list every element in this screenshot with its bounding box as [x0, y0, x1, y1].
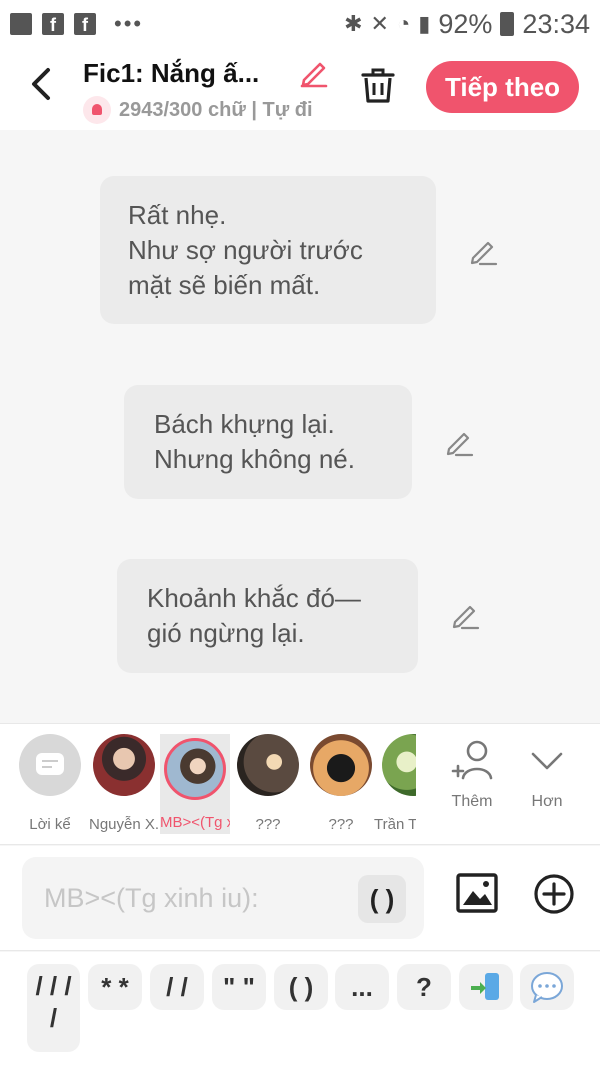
wifi-icon: ◔ [396, 11, 411, 36]
chevron-left-icon [32, 68, 50, 100]
phone-swap-icon [471, 973, 499, 1000]
message-bubble[interactable]: Khoảnh khắc đó— gió ngừng lại. [117, 559, 418, 673]
plus-circle-icon[interactable] [533, 873, 575, 915]
shortcut-comment[interactable] [520, 964, 574, 1010]
image-icon[interactable] [455, 871, 499, 915]
bluetooth-icon: ✱ [344, 11, 363, 36]
narrator-icon [19, 734, 81, 796]
battery-level: 92% [438, 8, 493, 39]
character-label: ??? [328, 816, 354, 833]
shortcut-phone[interactable] [459, 964, 513, 1010]
delete-button[interactable] [360, 66, 396, 106]
header: Fic1: Nắng ấ... Tiếp theo 2943/300 chữ |… [0, 48, 600, 130]
add-label: Thêm [451, 793, 493, 810]
battery-icon [500, 12, 515, 36]
shortcut-ellipsis[interactable]: ... [335, 964, 389, 1010]
character-label: MB><(Tg x... [160, 814, 230, 831]
pencil-icon [300, 62, 328, 88]
bell-icon [83, 96, 111, 124]
shortcut-double-slash[interactable]: / / [150, 964, 204, 1010]
avatar [237, 734, 299, 796]
edit-message-icon[interactable] [468, 236, 498, 266]
character-label: ??? [255, 816, 281, 833]
word-count: 2943/300 chữ | Tự đi [119, 98, 313, 121]
message-input[interactable]: MB><(Tg xinh iu): ( ) [22, 857, 424, 939]
composer: MB><(Tg xinh iu): ( ) [0, 846, 600, 951]
shortcut-asterisks[interactable]: * * [88, 964, 142, 1010]
character-label: Trần T... [374, 816, 416, 833]
status-bar: f f ••• ✱ ✕ ◔ ▮ 92% 23:34 [0, 0, 600, 48]
edit-message-icon[interactable] [450, 600, 480, 630]
chevron-down-icon [531, 752, 563, 770]
character-label: Lời kể [29, 816, 71, 833]
shortcut-triple-slash[interactable]: / / / / [27, 964, 80, 1052]
character-selector: Lời kể Nguyễn X... MB><(Tg x... ??? ??? … [0, 723, 600, 845]
message-bubble[interactable]: Bách khựng lại. Nhưng không né. [124, 385, 412, 499]
add-character-button[interactable]: Thêm [442, 738, 502, 811]
avatar [93, 734, 155, 796]
chat-area: Rất nhẹ. Như sợ người trước mặt sẽ biến … [0, 130, 600, 723]
shortcut-bar: / / / / * * / / " " ( ) ... ? [0, 952, 600, 1067]
shortcut-quotes[interactable]: " " [212, 964, 266, 1010]
shortcut-parentheses[interactable]: ( ) [274, 964, 328, 1010]
character-narrator[interactable]: Lời kể [15, 734, 85, 833]
insert-parentheses-button[interactable]: ( ) [358, 875, 406, 923]
character-item[interactable]: Trần T... [374, 734, 416, 833]
character-item[interactable]: ??? [306, 734, 376, 833]
story-title: Fic1: Nắng ấ... [83, 58, 260, 88]
mute-icon: ✕ [370, 11, 389, 36]
word-count-row: 2943/300 chữ | Tự đi [83, 96, 333, 124]
next-button[interactable]: Tiếp theo [426, 61, 579, 113]
clock: 23:34 [522, 8, 590, 39]
back-button[interactable] [24, 62, 60, 106]
facebook-icon: f [74, 13, 96, 35]
edit-title-button[interactable] [298, 56, 330, 88]
edit-message-icon[interactable] [444, 427, 474, 457]
avatar [310, 734, 372, 796]
more-notifications-icon: ••• [114, 11, 144, 36]
input-placeholder: MB><(Tg xinh iu): [44, 883, 259, 913]
add-user-icon [451, 740, 493, 780]
signal-icon: ▮ [418, 11, 431, 36]
character-item[interactable]: ??? [233, 734, 303, 833]
shortcut-question[interactable]: ? [397, 964, 451, 1010]
trash-icon [361, 68, 395, 103]
character-label: Nguyễn X... [89, 816, 159, 833]
avatar [382, 734, 416, 796]
gallery-icon [10, 13, 32, 35]
avatar [164, 738, 226, 800]
character-item-selected[interactable]: MB><(Tg x... [160, 734, 230, 834]
character-item[interactable]: Nguyễn X... [89, 734, 159, 833]
facebook-icon: f [42, 13, 64, 35]
message-bubble[interactable]: Rất nhẹ. Như sợ người trước mặt sẽ biến … [100, 176, 436, 324]
speech-bubble-icon [531, 972, 563, 1003]
more-label: Hơn [531, 793, 563, 810]
more-button[interactable]: Hơn [517, 738, 577, 811]
